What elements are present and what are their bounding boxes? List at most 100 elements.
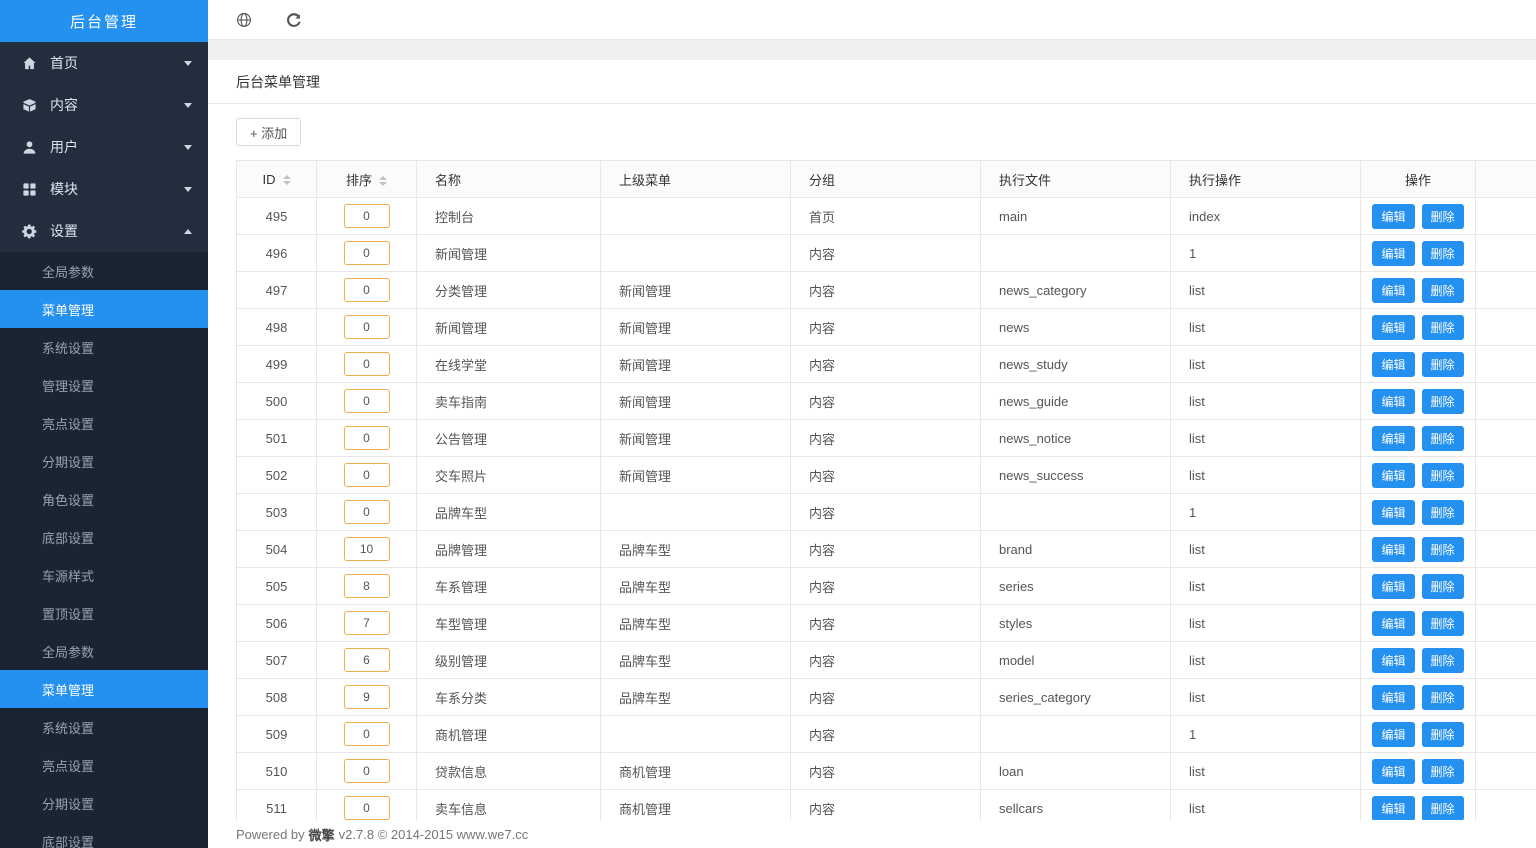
sidebar-item-module[interactable]: 模块 <box>0 168 208 210</box>
sort-input[interactable] <box>344 500 390 524</box>
sort-input[interactable] <box>344 611 390 635</box>
cell-group: 内容 <box>791 642 981 679</box>
column-header[interactable]: 排序 <box>317 161 417 198</box>
column-header[interactable]: ID <box>237 161 317 198</box>
edit-button[interactable]: 编辑 <box>1372 204 1414 229</box>
sort-input[interactable] <box>344 241 390 265</box>
edit-button[interactable]: 编辑 <box>1372 648 1414 673</box>
cell-parent: 新闻管理 <box>601 457 791 494</box>
sort-input[interactable] <box>344 204 390 228</box>
edit-button[interactable]: 编辑 <box>1372 241 1414 266</box>
delete-button[interactable]: 删除 <box>1422 537 1464 562</box>
edit-button[interactable]: 编辑 <box>1372 426 1414 451</box>
sidebar-subitem[interactable]: 角色设置 <box>0 480 208 518</box>
sort-input[interactable] <box>344 722 390 746</box>
edit-button[interactable]: 编辑 <box>1372 500 1414 525</box>
cell-action: 1 <box>1171 235 1361 272</box>
delete-button[interactable]: 删除 <box>1422 759 1464 784</box>
sidebar-subitem[interactable]: 分期设置 <box>0 442 208 480</box>
delete-button[interactable]: 删除 <box>1422 241 1464 266</box>
sidebar-item-content[interactable]: 内容 <box>0 84 208 126</box>
delete-button[interactable]: 删除 <box>1422 722 1464 747</box>
cell-name: 在线学堂 <box>417 346 601 383</box>
sidebar-subitem[interactable]: 车源样式 <box>0 556 208 594</box>
footer-version: v2.7.8 © 2014-2015 www.we7.cc <box>339 827 529 842</box>
cell-spacer <box>1476 420 1536 457</box>
sidebar-subitem[interactable]: 全局参数 <box>0 632 208 670</box>
cell-ops: 编辑删除 <box>1361 494 1476 531</box>
edit-button[interactable]: 编辑 <box>1372 315 1414 340</box>
sidebar-item-user[interactable]: 用户 <box>0 126 208 168</box>
sort-input[interactable] <box>344 426 390 450</box>
sort-input[interactable] <box>344 315 390 339</box>
sort-input[interactable] <box>344 759 390 783</box>
sort-input[interactable] <box>344 796 390 820</box>
sidebar-subitem[interactable]: 底部设置 <box>0 518 208 556</box>
sort-icon[interactable] <box>283 175 291 185</box>
delete-button[interactable]: 删除 <box>1422 648 1464 673</box>
sidebar-subitem[interactable]: 系统设置 <box>0 328 208 366</box>
edit-button[interactable]: 编辑 <box>1372 278 1414 303</box>
edit-button[interactable]: 编辑 <box>1372 685 1414 710</box>
table-row: 504品牌管理品牌车型内容brandlist编辑删除 <box>237 531 1536 568</box>
delete-button[interactable]: 删除 <box>1422 352 1464 377</box>
sort-input[interactable] <box>344 537 390 561</box>
sidebar-subitem[interactable]: 管理设置 <box>0 366 208 404</box>
delete-button[interactable]: 删除 <box>1422 685 1464 710</box>
user-icon <box>22 139 38 155</box>
edit-button[interactable]: 编辑 <box>1372 759 1414 784</box>
delete-button[interactable]: 删除 <box>1422 278 1464 303</box>
chevron-up-icon <box>184 229 192 234</box>
footer-brand[interactable]: 微擎 <box>309 825 335 844</box>
sidebar-subitem[interactable]: 系统设置 <box>0 708 208 746</box>
sort-input[interactable] <box>344 352 390 376</box>
sidebar-subitem[interactable]: 底部设置 <box>0 822 208 848</box>
sidebar-subitem[interactable]: 菜单管理 <box>0 670 208 708</box>
chevron-down-icon <box>184 103 192 108</box>
edit-button[interactable]: 编辑 <box>1372 463 1414 488</box>
delete-button[interactable]: 删除 <box>1422 315 1464 340</box>
edit-button[interactable]: 编辑 <box>1372 574 1414 599</box>
sidebar-item-home[interactable]: 首页 <box>0 42 208 84</box>
edit-button[interactable]: 编辑 <box>1372 352 1414 377</box>
delete-button[interactable]: 删除 <box>1422 611 1464 636</box>
sidebar-subitem[interactable]: 置顶设置 <box>0 594 208 632</box>
table-row: 505车系管理品牌车型内容serieslist编辑删除 <box>237 568 1536 605</box>
delete-button[interactable]: 删除 <box>1422 426 1464 451</box>
sort-input[interactable] <box>344 389 390 413</box>
cell-sort <box>317 605 417 642</box>
sort-icon[interactable] <box>379 176 387 186</box>
sort-input[interactable] <box>344 574 390 598</box>
delete-button[interactable]: 删除 <box>1422 574 1464 599</box>
edit-button[interactable]: 编辑 <box>1372 611 1414 636</box>
cell-parent <box>601 716 791 753</box>
delete-button[interactable]: 删除 <box>1422 204 1464 229</box>
cell-spacer <box>1476 309 1536 346</box>
sidebar-subitem[interactable]: 亮点设置 <box>0 746 208 784</box>
edit-button[interactable]: 编辑 <box>1372 722 1414 747</box>
refresh-icon[interactable] <box>286 12 302 28</box>
column-header-label: 排序 <box>346 173 372 188</box>
cell-id: 495 <box>237 198 317 235</box>
delete-button[interactable]: 删除 <box>1422 796 1464 821</box>
sort-input[interactable] <box>344 463 390 487</box>
cell-file: news_study <box>981 346 1171 383</box>
sidebar-item-gear[interactable]: 设置 <box>0 210 208 252</box>
sort-input[interactable] <box>344 278 390 302</box>
edit-button[interactable]: 编辑 <box>1372 537 1414 562</box>
app-title[interactable]: 后台管理 <box>0 0 208 42</box>
edit-button[interactable]: 编辑 <box>1372 389 1414 414</box>
sort-input[interactable] <box>344 648 390 672</box>
sidebar-subitem[interactable]: 全局参数 <box>0 252 208 290</box>
sidebar-subitem[interactable]: 分期设置 <box>0 784 208 822</box>
sidebar-subitem[interactable]: 菜单管理 <box>0 290 208 328</box>
add-button[interactable]: + 添加 <box>236 118 301 146</box>
delete-button[interactable]: 删除 <box>1422 389 1464 414</box>
sort-input[interactable] <box>344 685 390 709</box>
globe-icon[interactable] <box>236 12 252 28</box>
cell-group: 内容 <box>791 605 981 642</box>
sidebar-subitem[interactable]: 亮点设置 <box>0 404 208 442</box>
edit-button[interactable]: 编辑 <box>1372 796 1414 821</box>
delete-button[interactable]: 删除 <box>1422 463 1464 488</box>
delete-button[interactable]: 删除 <box>1422 500 1464 525</box>
